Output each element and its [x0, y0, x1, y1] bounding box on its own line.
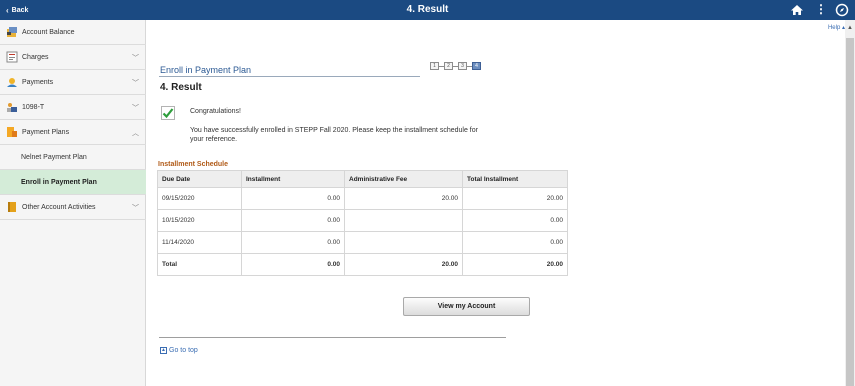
sidebar-item-label: Charges: [22, 53, 49, 61]
table-row: 11/14/2020 0.00 0.00: [157, 231, 568, 254]
total-fee-sum-cell: 20.00: [344, 253, 463, 276]
column-header-due-date: Due Date: [157, 170, 242, 188]
wallet-icon: [6, 26, 18, 38]
go-to-top-link[interactable]: ▲ Go to top: [160, 347, 198, 354]
chevron-down-icon: ﹀: [132, 55, 139, 62]
vertical-scrollbar[interactable]: ▲: [845, 20, 855, 386]
sidebar-item-label: Payments: [22, 78, 54, 86]
installment-schedule-table: Due Date Installment Administrative Fee …: [157, 170, 568, 276]
navbar-compass-icon[interactable]: [835, 3, 849, 17]
administrative-fee-cell: [344, 231, 463, 254]
sidebar: Account Balance Charges ﹀ Payments ﹀ 109…: [0, 20, 146, 386]
sidebar-item-label: 1098-T: [22, 103, 45, 111]
congratulations-text: Congratulations!: [190, 108, 241, 115]
total-label-cell: Total: [157, 253, 242, 276]
invoice-icon: [6, 51, 18, 63]
page-title: 4. Result: [406, 4, 449, 15]
sidebar-item-label: Nelnet Payment Plan: [21, 153, 87, 161]
chevron-up-icon: ︿: [132, 130, 139, 137]
sidebar-item-label: Account Balance: [22, 28, 75, 36]
chevron-down-icon: ﹀: [132, 205, 139, 212]
sidebar-item-nelnet-payment-plan[interactable]: Nelnet Payment Plan: [0, 145, 146, 170]
step-3[interactable]: 3: [458, 62, 467, 70]
step-indicator: 1 2 3 4: [430, 62, 481, 70]
scrollbar-thumb[interactable]: [846, 38, 854, 386]
total-installment-cell: 0.00: [462, 231, 568, 254]
chevron-down-icon: ﹀: [132, 105, 139, 112]
book-icon: [6, 201, 18, 213]
help-link[interactable]: Help ▴: [828, 24, 845, 31]
result-heading: 4. Result: [160, 82, 202, 93]
column-header-administrative-fee: Administrative Fee: [344, 170, 463, 188]
installment-cell: 0.00: [241, 231, 345, 254]
sidebar-item-enroll-in-payment-plan[interactable]: Enroll in Payment Plan: [0, 170, 146, 195]
help-label: Help: [827, 25, 841, 31]
payment-plan-icon: [6, 126, 18, 138]
grand-total-cell: 20.00: [462, 253, 568, 276]
administrative-fee-cell: [344, 209, 463, 232]
home-icon[interactable]: [790, 3, 804, 17]
actions-menu-icon[interactable]: ⋮: [814, 3, 828, 17]
installment-cell: 0.00: [241, 187, 345, 210]
total-row: Total 0.00 20.00 20.00: [157, 253, 568, 276]
due-date-cell: 09/15/2020: [157, 187, 242, 210]
payments-icon: [6, 76, 18, 88]
sidebar-item-label: Other Account Activities: [22, 203, 96, 211]
sidebar-item-label: Payment Plans: [22, 128, 70, 136]
enrollment-message: You have successfully enrolled in STEPP …: [190, 127, 478, 143]
due-date-cell: 11/14/2020: [157, 231, 242, 254]
sidebar-item-label: Enroll in Payment Plan: [21, 178, 97, 186]
sidebar-item-charges[interactable]: Charges ﹀: [0, 45, 146, 70]
due-date-cell: 10/15/2020: [157, 209, 242, 232]
sidebar-item-1098t[interactable]: 1098-T ﹀: [0, 95, 146, 120]
view-my-account-button[interactable]: View my Account: [403, 297, 530, 316]
table-row: 10/15/2020 0.00 0.00: [157, 209, 568, 232]
go-to-top-label: Go to top: [169, 347, 198, 354]
sidebar-item-other-account-activities[interactable]: Other Account Activities ﹀: [0, 195, 146, 220]
total-installment-cell: 0.00: [462, 209, 568, 232]
step-2[interactable]: 2: [444, 62, 453, 70]
column-header-total-installment: Total Installment: [462, 170, 568, 188]
table-header-row: Due Date Installment Administrative Fee …: [157, 170, 568, 188]
column-header-installment: Installment: [241, 170, 345, 188]
administrative-fee-cell: 20.00: [344, 187, 463, 210]
sidebar-item-payment-plans[interactable]: Payment Plans ︿: [0, 120, 146, 145]
arrow-up-icon: ▲: [160, 347, 167, 354]
bottom-divider: [159, 337, 506, 338]
step-4[interactable]: 4: [472, 62, 481, 70]
app-header: ‹ Back 4. Result ⋮: [0, 0, 855, 20]
tax-form-icon: [6, 101, 18, 113]
total-installment-cell: 20.00: [462, 187, 568, 210]
installment-cell: 0.00: [241, 209, 345, 232]
table-row: 09/15/2020 0.00 20.00 20.00: [157, 187, 568, 210]
checkmark-icon: [161, 106, 175, 120]
sidebar-item-payments[interactable]: Payments ﹀: [0, 70, 146, 95]
chevron-down-icon: ﹀: [132, 80, 139, 87]
schedule-caption: Installment Schedule: [158, 161, 229, 168]
sidebar-item-account-balance[interactable]: Account Balance: [0, 20, 146, 45]
step-1[interactable]: 1: [430, 62, 439, 70]
enroll-title: Enroll in Payment Plan: [160, 65, 252, 75]
total-installment-sum-cell: 0.00: [241, 253, 345, 276]
title-divider: [159, 76, 420, 77]
scroll-up-icon[interactable]: ▲: [847, 25, 853, 31]
